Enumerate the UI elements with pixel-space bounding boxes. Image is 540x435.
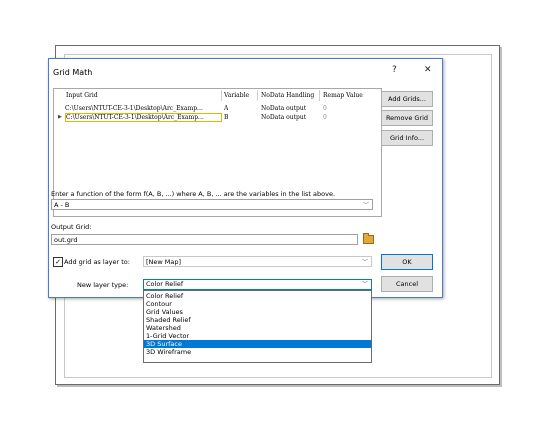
function-prompt: Enter a function of the form f(A, B, ...… bbox=[51, 190, 336, 198]
cell-variable[interactable]: A bbox=[224, 105, 228, 112]
column-header-variable[interactable]: Variable bbox=[224, 92, 249, 99]
layer-type-option-highlighted[interactable]: 3D Surface bbox=[144, 340, 371, 348]
layer-type-option[interactable]: 1-Grid Vector bbox=[144, 332, 371, 340]
current-row-arrow-icon: ▶ bbox=[58, 114, 62, 120]
chevron-down-icon[interactable]: ﹀ bbox=[363, 200, 369, 211]
chevron-down-icon[interactable]: ﹀ bbox=[362, 257, 368, 268]
cell-remap-value[interactable]: 0 bbox=[323, 114, 327, 121]
dialog-title: Grid Math bbox=[53, 68, 93, 77]
cell-nodata-handling[interactable]: NoData output bbox=[261, 105, 306, 112]
add-layer-label: Add grid as layer to: bbox=[64, 258, 130, 266]
column-separator bbox=[319, 90, 320, 101]
cell-remap-value[interactable]: 0 bbox=[323, 105, 327, 112]
layer-type-option[interactable]: 3D Wireframe bbox=[144, 348, 371, 356]
cell-input-grid[interactable]: C:\Users\NTUT-CE-3-1\Desktop\Arc_Examp..… bbox=[65, 113, 222, 122]
column-separator bbox=[257, 90, 258, 101]
cancel-button[interactable]: Cancel bbox=[381, 276, 433, 292]
layer-type-option[interactable]: Watershed bbox=[144, 324, 371, 332]
layer-type-option[interactable]: Color Relief bbox=[144, 292, 371, 300]
add-grids-button[interactable]: Add Grids... bbox=[381, 91, 433, 107]
close-icon[interactable]: ✕ bbox=[424, 65, 432, 75]
chevron-down-icon[interactable]: ﹀ bbox=[362, 280, 368, 289]
cell-variable[interactable]: B bbox=[224, 114, 228, 121]
output-grid-label: Output Grid: bbox=[51, 223, 92, 231]
layer-type-option[interactable]: Contour bbox=[144, 300, 371, 308]
function-value: A - B bbox=[54, 201, 70, 209]
column-header-remap[interactable]: Remap Value bbox=[323, 92, 363, 99]
grid-info-button[interactable]: Grid Info... bbox=[381, 130, 433, 146]
add-layer-checkbox[interactable]: ✓ bbox=[53, 257, 63, 267]
function-input[interactable]: A - B ﹀ bbox=[51, 199, 373, 210]
add-layer-target-select[interactable]: [New Map] ﹀ bbox=[143, 256, 372, 267]
folder-open-icon[interactable] bbox=[363, 233, 374, 244]
layer-type-option[interactable]: Grid Values bbox=[144, 308, 371, 316]
layer-type-select[interactable]: Color Relief ﹀ bbox=[143, 279, 372, 290]
layer-type-value: Color Relief bbox=[146, 280, 184, 288]
output-grid-input[interactable]: out.grd bbox=[51, 234, 358, 245]
column-header-nodata[interactable]: NoData Handling bbox=[261, 92, 314, 99]
ok-button[interactable]: OK bbox=[381, 254, 433, 270]
output-grid-value: out.grd bbox=[54, 236, 78, 244]
column-separator bbox=[221, 90, 222, 101]
cell-nodata-handling[interactable]: NoData output bbox=[261, 114, 306, 121]
table-row[interactable]: C:\Users\NTUT-CE-3-1\Desktop\Arc_Examp..… bbox=[54, 104, 381, 113]
help-button[interactable]: ? bbox=[392, 65, 397, 75]
layer-type-label: New layer type: bbox=[77, 281, 129, 289]
column-header-input-grid[interactable]: Input Grid bbox=[66, 92, 98, 99]
layer-type-option[interactable]: Shaded Relief bbox=[144, 316, 371, 324]
add-layer-target-value: [New Map] bbox=[146, 258, 182, 266]
remove-grid-button[interactable]: Remove Grid bbox=[381, 110, 433, 126]
layer-type-dropdown-list: Color Relief Contour Grid Values Shaded … bbox=[143, 290, 372, 363]
cell-input-grid[interactable]: C:\Users\NTUT-CE-3-1\Desktop\Arc_Examp..… bbox=[65, 105, 220, 112]
table-row[interactable]: ▶ C:\Users\NTUT-CE-3-1\Desktop\Arc_Examp… bbox=[54, 113, 381, 122]
